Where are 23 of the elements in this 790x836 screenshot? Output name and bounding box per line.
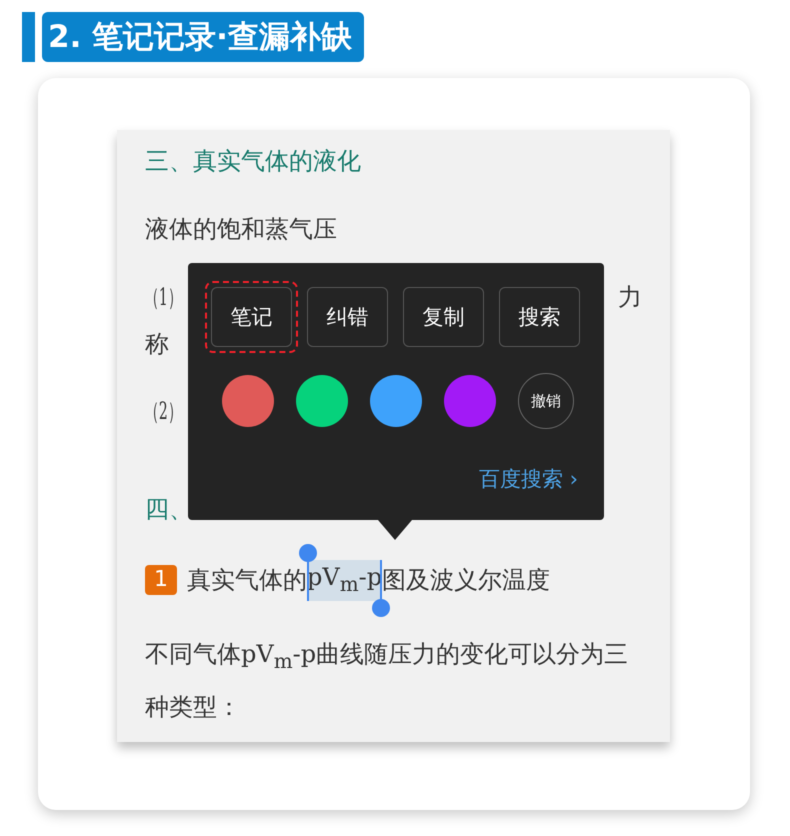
color-dot[interactable] [370, 375, 422, 427]
section-heading: 四、 [145, 494, 193, 525]
item-text: 图及波义尔温度 [382, 565, 550, 596]
text-fragment: （1） [145, 282, 182, 313]
undo-button[interactable]: 撤销 [518, 373, 574, 429]
paragraph: 液体的饱和蒸气压 [145, 214, 338, 245]
text-fragment: （2） [145, 396, 182, 427]
color-dot[interactable] [296, 375, 348, 427]
number-badge: 1 [145, 565, 177, 596]
item-text: 真实气体的 [187, 565, 307, 596]
accent-bar [22, 12, 35, 62]
section-title: 2. 笔记记录·查漏补缺 [42, 12, 364, 62]
menu-button[interactable]: 复制 [403, 287, 484, 347]
search-link[interactable]: 百度搜索 › [478, 465, 578, 493]
menu-button[interactable]: 纠错 [307, 287, 388, 347]
paragraph: 不同气体pV$_{m}$-p曲线随压力的变化可以分为三种类型： [145, 638, 630, 723]
color-dot[interactable] [444, 375, 496, 427]
menu-button[interactable]: 笔记 [211, 287, 292, 347]
text-fragment: 称 [145, 329, 169, 360]
menu-button[interactable]: 搜索 [499, 287, 580, 347]
section-heading: 三、真实气体的液化 [145, 146, 362, 177]
color-dot[interactable] [222, 375, 274, 427]
text-fragment: 力 [618, 282, 642, 313]
